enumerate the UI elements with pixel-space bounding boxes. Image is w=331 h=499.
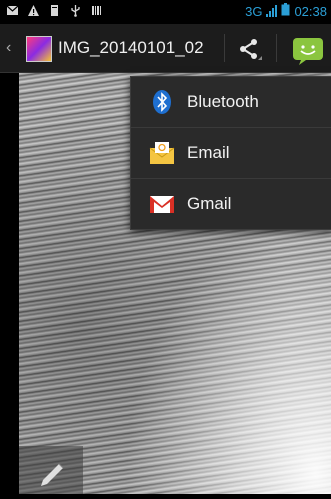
messaging-button[interactable] <box>287 36 327 66</box>
battery-icon <box>281 3 290 19</box>
share-menu-item-label: Gmail <box>187 194 232 213</box>
share-menu-item-gmail[interactable]: Gmail <box>131 179 331 229</box>
message-notification-icon <box>6 4 19 17</box>
share-menu-item-email[interactable]: Email <box>131 128 331 179</box>
storage-icon <box>48 4 61 17</box>
share-icon <box>240 39 262 60</box>
screen: 3G 02:38 ‹ IMG_20140101_02 Bluetooth Ema… <box>0 0 331 494</box>
status-bar: 3G 02:38 <box>0 0 331 24</box>
status-right: 3G 02:38 <box>245 3 327 19</box>
warning-icon <box>27 4 40 17</box>
gmail-icon <box>149 191 175 217</box>
share-button[interactable] <box>234 36 264 62</box>
share-menu: Bluetooth Email Gmail <box>130 76 331 230</box>
gallery-app-icon[interactable] <box>26 36 52 62</box>
notification-icons <box>6 4 103 17</box>
edit-button[interactable] <box>19 446 83 494</box>
share-menu-item-bluetooth[interactable]: Bluetooth <box>131 77 331 128</box>
clock: 02:38 <box>294 3 327 19</box>
divider <box>276 34 277 62</box>
image-title: IMG_20140101_02 <box>58 38 204 57</box>
network-type: 3G <box>245 3 263 19</box>
pencil-icon <box>41 463 64 486</box>
chevron-left-icon[interactable]: ‹ <box>6 39 11 57</box>
share-menu-item-label: Email <box>187 143 230 162</box>
usb-icon <box>69 4 82 17</box>
action-bar: ‹ IMG_20140101_02 <box>0 24 331 73</box>
email-icon <box>149 140 175 166</box>
messaging-icon <box>293 38 323 65</box>
bluetooth-icon <box>149 89 175 115</box>
share-menu-item-label: Bluetooth <box>187 92 259 111</box>
divider <box>224 34 225 62</box>
signal-icon <box>266 5 278 17</box>
barcode-icon <box>90 4 103 17</box>
